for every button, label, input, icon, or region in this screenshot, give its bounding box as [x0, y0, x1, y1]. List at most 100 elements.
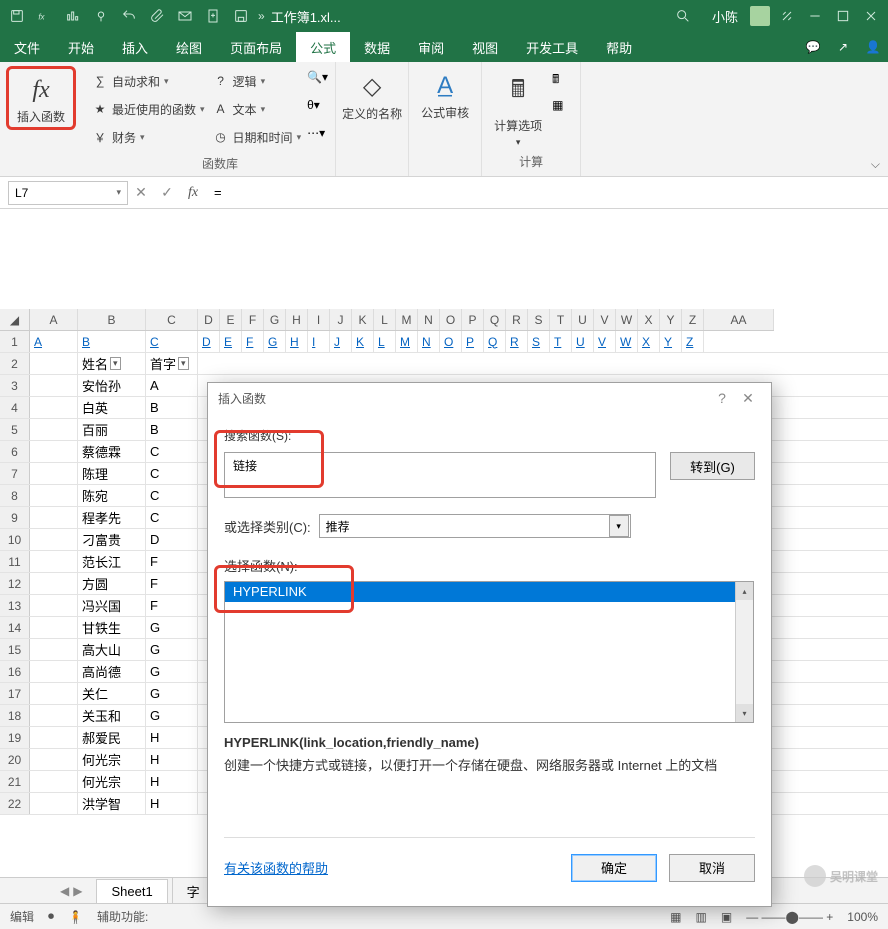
cell[interactable]: G: [146, 661, 198, 682]
column-header[interactable]: AA: [704, 309, 774, 330]
define-name-button[interactable]: ◇ 定义的名称: [342, 66, 402, 122]
row-header[interactable]: 10: [0, 529, 30, 550]
cell[interactable]: 高大山: [78, 639, 146, 660]
scroll-up-icon[interactable]: ▴: [736, 582, 753, 600]
cell[interactable]: C: [146, 507, 198, 528]
cell[interactable]: [30, 683, 78, 704]
cell[interactable]: H: [146, 771, 198, 792]
person-icon[interactable]: 👤: [858, 32, 888, 62]
tab-layout[interactable]: 页面布局: [216, 32, 296, 62]
row-header[interactable]: 8: [0, 485, 30, 506]
row-header[interactable]: 4: [0, 397, 30, 418]
cell[interactable]: [30, 507, 78, 528]
search-function-input[interactable]: 链接: [224, 452, 656, 498]
column-header[interactable]: S: [528, 309, 550, 330]
cell-link[interactable]: I: [308, 331, 330, 352]
cancel-button[interactable]: 取消: [669, 854, 755, 882]
column-header[interactable]: O: [440, 309, 462, 330]
cell[interactable]: [30, 529, 78, 550]
cell[interactable]: 白英: [78, 397, 146, 418]
chart-icon[interactable]: [62, 5, 84, 27]
row-header[interactable]: 2: [0, 353, 30, 374]
cell[interactable]: 百丽: [78, 419, 146, 440]
accessibility-icon[interactable]: 🧍: [68, 910, 83, 924]
row-header[interactable]: 22: [0, 793, 30, 814]
avatar[interactable]: [750, 6, 770, 26]
cell[interactable]: 冯兴国: [78, 595, 146, 616]
cell[interactable]: C: [146, 463, 198, 484]
column-header[interactable]: M: [396, 309, 418, 330]
fx-bar-icon[interactable]: fx: [180, 180, 206, 206]
category-select[interactable]: 推荐 ▾: [319, 514, 631, 538]
column-header[interactable]: T: [550, 309, 572, 330]
row-header[interactable]: 3: [0, 375, 30, 396]
cell[interactable]: 安怡孙: [78, 375, 146, 396]
cell[interactable]: [30, 749, 78, 770]
cell-link[interactable]: B: [78, 331, 146, 352]
column-header[interactable]: P: [462, 309, 484, 330]
tab-help[interactable]: 帮助: [592, 32, 646, 62]
disk-icon[interactable]: [230, 5, 252, 27]
cell[interactable]: D: [146, 529, 198, 550]
cell-link[interactable]: A: [30, 331, 78, 352]
finance-button[interactable]: ￥财务▾: [88, 124, 209, 150]
cell[interactable]: 何光宗: [78, 749, 146, 770]
cell[interactable]: [30, 793, 78, 814]
tab-home[interactable]: 开始: [54, 32, 108, 62]
new-doc-icon[interactable]: [202, 5, 224, 27]
column-header[interactable]: X: [638, 309, 660, 330]
calc-options-button[interactable]: 🖩 计算选项▾: [488, 66, 548, 148]
cell[interactable]: [30, 573, 78, 594]
calc-sheet-icon[interactable]: ▦: [552, 98, 574, 120]
column-header[interactable]: F: [242, 309, 264, 330]
logic-button[interactable]: ?逻辑▾: [209, 68, 306, 94]
cell-link[interactable]: Y: [660, 331, 682, 352]
tab-file[interactable]: 文件: [0, 32, 54, 62]
row-header[interactable]: 16: [0, 661, 30, 682]
recent-fn-button[interactable]: ★最近使用的函数▾: [88, 96, 209, 122]
function-help-link[interactable]: 有关该函数的帮助: [224, 858, 328, 877]
row-header[interactable]: 5: [0, 419, 30, 440]
row-header[interactable]: 7: [0, 463, 30, 484]
undo-icon[interactable]: [118, 5, 140, 27]
share-icon[interactable]: ↗: [828, 32, 858, 62]
fx-icon[interactable]: fx: [34, 5, 56, 27]
row-header[interactable]: 6: [0, 441, 30, 462]
cell[interactable]: G: [146, 705, 198, 726]
row-header[interactable]: 19: [0, 727, 30, 748]
cell[interactable]: 关玉和: [78, 705, 146, 726]
row-header[interactable]: 17: [0, 683, 30, 704]
insert-function-button[interactable]: fx 插入函数: [11, 71, 71, 125]
cell[interactable]: [30, 375, 78, 396]
row-header[interactable]: 18: [0, 705, 30, 726]
cell-link[interactable]: K: [352, 331, 374, 352]
cell[interactable]: 首字▾: [146, 353, 198, 374]
row-header[interactable]: 9: [0, 507, 30, 528]
cell-link[interactable]: U: [572, 331, 594, 352]
cell-link[interactable]: R: [506, 331, 528, 352]
cell[interactable]: 郝爱民: [78, 727, 146, 748]
tools-icon[interactable]: [776, 5, 798, 27]
cell-link[interactable]: X: [638, 331, 660, 352]
chevron-down-icon[interactable]: ▾: [609, 515, 629, 537]
cell[interactable]: 关仁: [78, 683, 146, 704]
column-header[interactable]: A: [30, 309, 78, 330]
scroll-down-icon[interactable]: ▾: [736, 704, 753, 722]
column-header[interactable]: Y: [660, 309, 682, 330]
column-header[interactable]: D: [198, 309, 220, 330]
cell[interactable]: G: [146, 683, 198, 704]
cell-link[interactable]: G: [264, 331, 286, 352]
column-header[interactable]: J: [330, 309, 352, 330]
goto-button[interactable]: 转到(G): [670, 452, 755, 480]
search-icon[interactable]: [672, 5, 694, 27]
scrollbar[interactable]: ▴ ▾: [735, 582, 753, 722]
cell-link[interactable]: M: [396, 331, 418, 352]
view-normal-icon[interactable]: ▦: [670, 910, 681, 924]
minimize-icon[interactable]: [804, 5, 826, 27]
cell[interactable]: A: [146, 375, 198, 396]
tab-dev[interactable]: 开发工具: [512, 32, 592, 62]
column-header[interactable]: H: [286, 309, 308, 330]
name-box[interactable]: L7▾: [8, 181, 128, 205]
cell[interactable]: 高尚德: [78, 661, 146, 682]
attach-icon[interactable]: [146, 5, 168, 27]
